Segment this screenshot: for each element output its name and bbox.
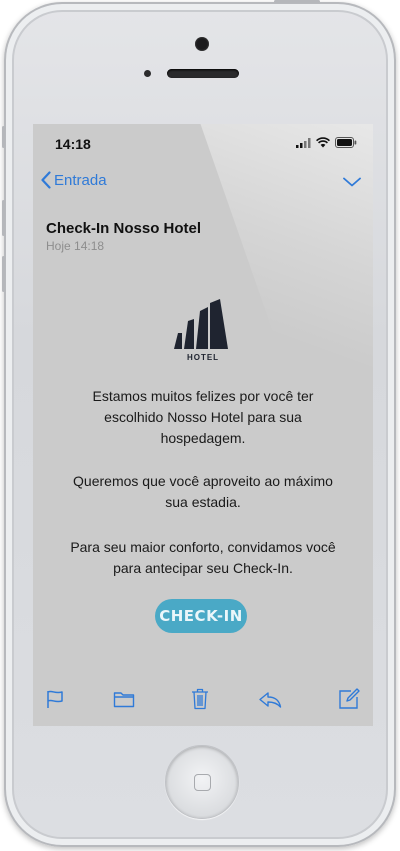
email-subject: Check-In Nosso Hotel [46, 220, 202, 237]
reply-button[interactable] [257, 686, 283, 712]
compose-icon [339, 688, 360, 709]
status-icons [296, 137, 357, 148]
hotel-logo [174, 299, 228, 349]
proximity-sensor [144, 70, 151, 77]
home-button[interactable] [165, 745, 239, 819]
battery-icon [335, 137, 357, 148]
delete-button[interactable] [187, 686, 213, 712]
paragraph-welcome: Estamos muitos felizes por você ter esco… [33, 386, 373, 449]
chevron-left-icon [41, 171, 51, 189]
home-square-icon [194, 774, 211, 791]
move-to-folder-button[interactable] [111, 686, 137, 712]
earpiece-speaker [167, 69, 239, 78]
flag-button[interactable] [42, 686, 68, 712]
flag-icon [47, 690, 63, 708]
power-button [274, 0, 320, 3]
folder-icon [113, 692, 135, 708]
paragraph-line: para antecipar seu Check-In. [113, 560, 293, 576]
mail-toolbar [33, 686, 373, 716]
paragraph-line: Estamos muitos felizes por você ter [92, 388, 314, 404]
email-date: Hoje 14:18 [46, 239, 105, 253]
front-camera [195, 37, 209, 51]
back-to-inbox-button[interactable]: Entrada [41, 171, 107, 189]
paragraph-comfort: Para seu maior conforto, convidamos você… [33, 537, 373, 579]
back-label: Entrada [54, 171, 107, 189]
signal-icon [296, 137, 311, 148]
paragraph-line: Para seu maior conforto, convidamos você [70, 539, 336, 555]
reply-icon [259, 692, 282, 708]
hotel-logo-text: HOTEL [186, 353, 220, 362]
paragraph-line: hospedagem. [160, 430, 246, 446]
compose-button[interactable] [336, 686, 362, 712]
status-time: 14:18 [55, 136, 91, 152]
paragraph-line: Queremos que você aproveito ao máximo [73, 473, 333, 489]
mute-switch [2, 126, 5, 148]
wifi-icon [316, 137, 330, 148]
trash-icon [192, 688, 208, 710]
chevron-down-icon[interactable] [343, 174, 361, 192]
volume-down-button [2, 256, 5, 292]
paragraph-line: escolhido Nosso Hotel para sua [104, 409, 302, 425]
volume-up-button [2, 200, 5, 236]
paragraph-line: sua estadia. [165, 494, 241, 510]
check-in-button[interactable]: CHECK-IN [155, 599, 247, 633]
paragraph-enjoy: Queremos que você aproveito ao máximo su… [33, 471, 373, 513]
screen: 14:18 Entrada Check-In Nosso Hotel Hoje … [33, 124, 373, 726]
